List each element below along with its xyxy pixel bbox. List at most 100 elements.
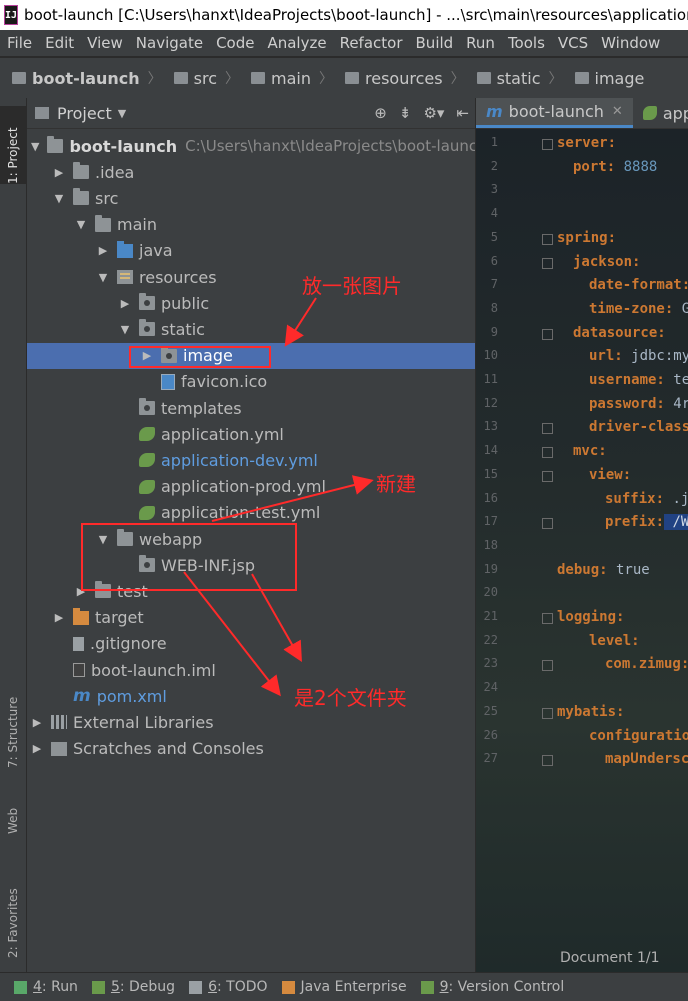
folder-icon [574, 72, 589, 84]
collapsed-arrow-icon[interactable]: ▶ [53, 611, 65, 624]
hide-icon[interactable]: ⇤ [456, 104, 469, 122]
breadcrumb-item-src[interactable]: src 〉 [162, 68, 239, 88]
tab-project[interactable]: 1: Project [0, 106, 26, 184]
tab-application-dev[interactable]: application-dev.yml [633, 98, 688, 128]
tree-item-target[interactable]: ▶ target [27, 605, 475, 631]
yaml-key: mvc: [573, 443, 607, 460]
tree-item-boot-launch-iml[interactable]: ▶boot-launch.iml [27, 657, 475, 683]
tab-favorites[interactable]: 2: Favorites [0, 860, 26, 958]
collapsed-arrow-icon[interactable]: ▶ [31, 742, 43, 755]
tree-item-templates[interactable]: ▶templates [27, 395, 475, 421]
menu-view[interactable]: View [80, 34, 129, 52]
tree-item-external-libraries[interactable]: ▶ External Libraries [27, 709, 475, 735]
tree-item-gitignore[interactable]: ▶.gitignore [27, 631, 475, 657]
fold-marker-icon[interactable] [542, 328, 553, 340]
menu-window[interactable]: Window [594, 34, 666, 52]
yaml-key: date-format: [589, 277, 688, 294]
collapsed-arrow-icon[interactable]: ▶ [97, 244, 109, 257]
breadcrumb-item-boot-launch[interactable]: boot-launch 〉 [0, 68, 162, 88]
breadcrumb-item-resources[interactable]: resources 〉 [333, 68, 465, 88]
fold-marker-icon[interactable] [542, 139, 553, 150]
breadcrumb-item-static[interactable]: static 〉 [465, 68, 563, 88]
tree-item-scratches-and-consoles[interactable]: ▶ Scratches and Consoles [27, 736, 475, 762]
line-number: 7 [490, 277, 498, 292]
collapsed-arrow-icon[interactable]: ▶ [53, 166, 65, 179]
fold-marker-icon[interactable] [542, 660, 553, 672]
project-path: C:\Users\hanxt\IdeaProjects\boot-launch [185, 137, 475, 155]
tree-item-main[interactable]: ▼ main [27, 212, 475, 238]
breadcrumb-item-main[interactable]: main 〉 [239, 68, 333, 88]
spring-leaf-icon [642, 106, 657, 120]
fold-marker-icon[interactable] [542, 707, 553, 719]
fold-marker-icon[interactable] [542, 257, 553, 269]
fold-marker-icon[interactable] [542, 755, 553, 767]
fold-marker-icon[interactable] [542, 423, 553, 435]
collapsed-arrow-icon[interactable]: ▶ [119, 297, 131, 310]
tree-item-idea[interactable]: ▶ .idea [27, 159, 475, 185]
line-number: 14 [483, 443, 498, 458]
tree-item-label: main [117, 215, 157, 235]
tab-boot-launch[interactable]: m boot-launch ✕ [476, 98, 633, 128]
source-folder-icon [117, 240, 133, 258]
menu-edit[interactable]: Edit [38, 34, 80, 52]
project-view-selector[interactable]: Project ▼ [35, 104, 126, 123]
collapse-all-icon[interactable]: ⇟ [399, 104, 412, 122]
bottom-tab-debug[interactable]: 5: Debug [91, 979, 175, 995]
breadcrumb-item-image[interactable]: image [563, 69, 644, 88]
menu-file[interactable]: File [0, 34, 38, 52]
fold-marker-icon[interactable] [542, 447, 553, 459]
code-line: url: jdbc:mysql:// [557, 348, 688, 364]
code-line: view: [557, 467, 631, 483]
yaml-value: jdbc:mysql:// [631, 348, 688, 365]
breadcrumb-label: src [193, 68, 218, 88]
tree-item-boot-launch[interactable]: ▼ boot-launch C:\Users\hanxt\IdeaProjects\… [27, 133, 475, 159]
expanded-arrow-icon[interactable]: ▼ [75, 218, 87, 231]
menu-code[interactable]: Code [209, 34, 260, 52]
tree-item-label: favicon.ico [181, 372, 268, 392]
menu-tools[interactable]: Tools [501, 34, 551, 52]
locate-icon[interactable]: ⊕ [374, 104, 387, 122]
yaml-key: spring: [557, 229, 617, 246]
bottom-tab-run[interactable]: 4: Run [14, 979, 78, 995]
menu-build[interactable]: Build [409, 34, 460, 52]
tree-item-application-yml[interactable]: ▶application.yml [27, 421, 475, 447]
bottom-tab-todo[interactable]: 6: TODO [189, 979, 268, 995]
bottom-tab-java-enterprise[interactable]: Java Enterprise [281, 979, 407, 995]
expanded-arrow-icon[interactable]: ▼ [119, 323, 131, 336]
bottom-tab-version-control[interactable]: 9: Version Control [420, 979, 564, 995]
fold-marker-icon[interactable] [542, 518, 553, 530]
tool-window-icon [91, 980, 105, 994]
menu-analyze[interactable]: Analyze [260, 34, 332, 52]
close-icon[interactable]: ✕ [612, 104, 623, 119]
yaml-key: port: [573, 158, 616, 175]
project-panel-tools: ⊕ ⇟ ⚙▾ ⇤ [374, 104, 469, 122]
expanded-arrow-icon[interactable]: ▼ [53, 192, 65, 205]
tool-window-icon [420, 980, 434, 994]
menu-navigate[interactable]: Navigate [129, 34, 209, 52]
fold-marker-icon[interactable] [542, 613, 553, 624]
code-line: time-zone: GMT+8 [557, 301, 688, 317]
fold-marker-icon[interactable] [542, 233, 553, 245]
collapsed-arrow-icon[interactable]: ▶ [31, 716, 43, 729]
tree-item-src[interactable]: ▼ src [27, 185, 475, 211]
gear-icon[interactable]: ⚙▾ [423, 104, 444, 122]
code-editor[interactable]: 1 2 3 4 5 6 7 8 9 10 11 12 13 14 15 16 17 18 19 20 21 22 23 24 2… [476, 129, 688, 972]
tree-item-favicon-ico[interactable]: ▶favicon.ico [27, 369, 475, 395]
tree-item-public[interactable]: ▶ public [27, 290, 475, 316]
tab-web[interactable]: Web [0, 786, 26, 834]
tree-item-label: public [161, 293, 210, 313]
menu-run[interactable]: Run [459, 34, 501, 52]
tree-item-static[interactable]: ▼ static [27, 316, 475, 342]
breadcrumb-label: resources [365, 68, 443, 88]
tab-structure[interactable]: 7: Structure [0, 658, 26, 768]
menu-refactor[interactable]: Refactor [333, 34, 409, 52]
tree-item-resources[interactable]: ▼ resources [27, 264, 475, 290]
expanded-arrow-icon[interactable]: ▼ [97, 271, 109, 284]
tree-item-java[interactable]: ▶ java [27, 238, 475, 264]
tree-item-application-test-yml[interactable]: ▶application-test.yml [27, 500, 475, 526]
tree-item-pom-xml[interactable]: ▶mpom.xml [27, 683, 475, 709]
fold-marker-icon[interactable] [542, 470, 553, 482]
menu-vcs[interactable]: VCS [551, 34, 594, 52]
yaml-value: test [673, 372, 688, 388]
expanded-arrow-icon[interactable]: ▼ [31, 140, 39, 153]
